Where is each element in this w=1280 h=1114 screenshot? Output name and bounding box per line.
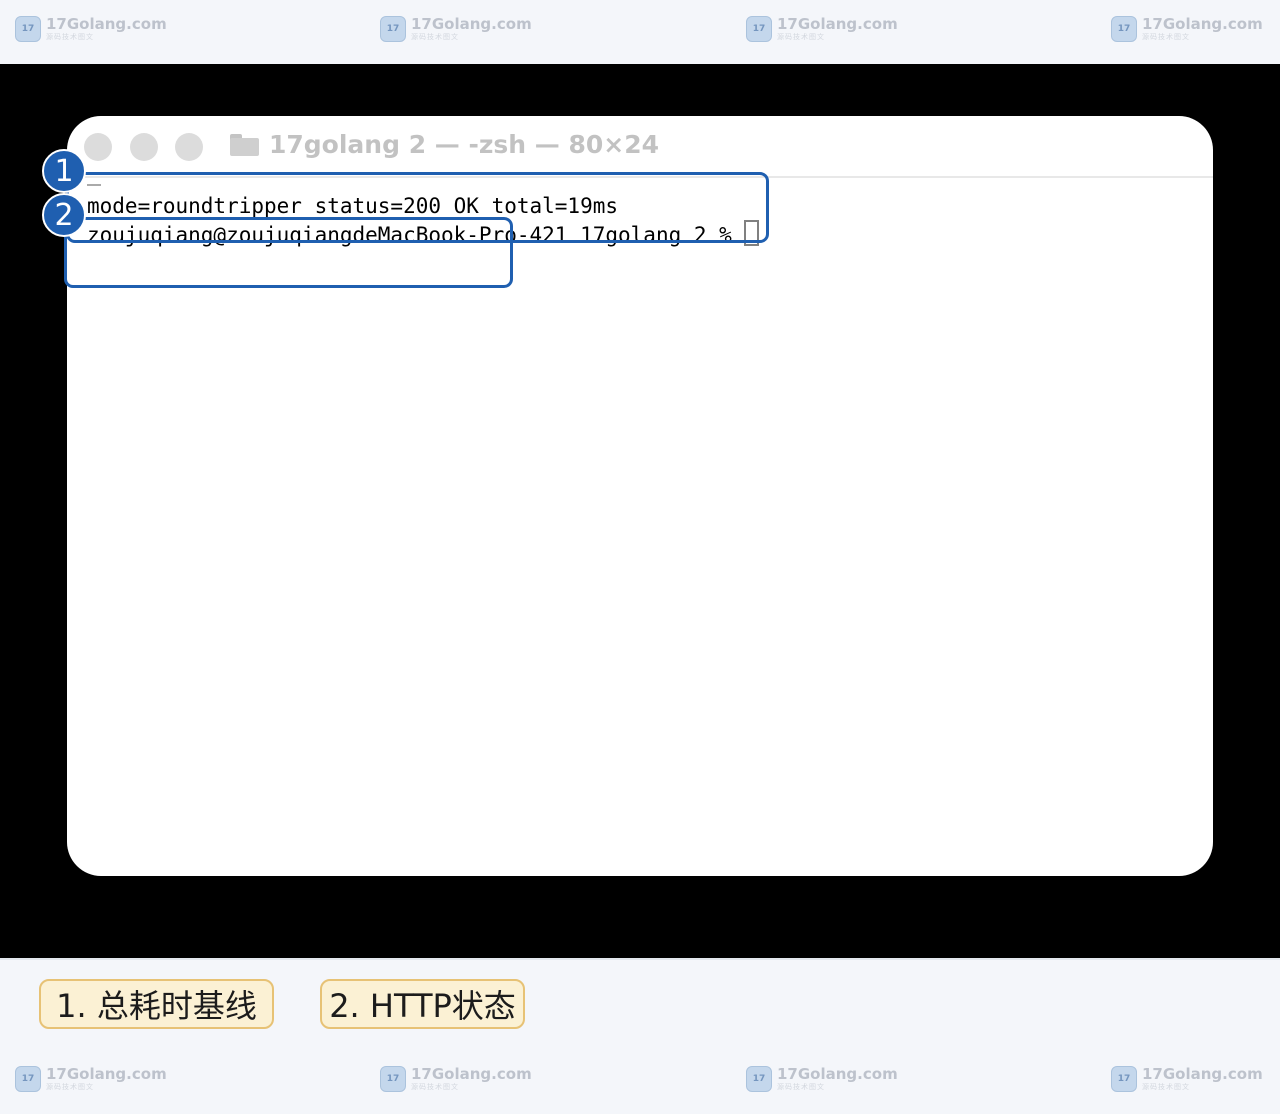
watermark: 17 17Golang.com 源码技术图文 bbox=[380, 16, 532, 42]
watermark-brand: 17Golang.com bbox=[411, 15, 532, 33]
badge-1: 1 bbox=[42, 149, 86, 193]
watermark-brand: 17Golang.com bbox=[46, 1065, 167, 1083]
title-bar[interactable]: 17golang 2 — -zsh — 80×24 bbox=[67, 116, 1213, 178]
app-logo-icon: 17 bbox=[746, 1066, 772, 1092]
zoom-traffic-light-icon[interactable] bbox=[175, 133, 203, 161]
watermark: 17 17Golang.com 源码技术图文 bbox=[746, 16, 898, 42]
app-logo-icon: 17 bbox=[1111, 1066, 1137, 1092]
folder-icon bbox=[230, 134, 259, 156]
watermark: 17 17Golang.com 源码技术图文 bbox=[746, 1066, 898, 1092]
app-logo-icon: 17 bbox=[15, 1066, 41, 1092]
watermark: 17 17Golang.com 源码技术图文 bbox=[15, 1066, 167, 1092]
watermark-brand: 17Golang.com bbox=[777, 1065, 898, 1083]
watermark-brand: 17Golang.com bbox=[1142, 1065, 1263, 1083]
watermark-sub: 源码技术图文 bbox=[777, 1083, 825, 1091]
app-logo-icon: 17 bbox=[15, 16, 41, 42]
app-logo-icon: 17 bbox=[1111, 16, 1137, 42]
watermark-brand: 17Golang.com bbox=[777, 15, 898, 33]
legend-http-status: 2. HTTP状态 bbox=[320, 979, 525, 1029]
watermark-brand: 17Golang.com bbox=[46, 15, 167, 33]
watermark: 17 17Golang.com 源码技术图文 bbox=[1111, 16, 1263, 42]
watermark-sub: 源码技术图文 bbox=[411, 33, 459, 41]
minimize-traffic-light-icon[interactable] bbox=[130, 133, 158, 161]
legend-total-baseline: 1. 总耗时基线 bbox=[39, 979, 274, 1029]
watermark-sub: 源码技术图文 bbox=[46, 1083, 94, 1091]
watermark-sub: 源码技术图文 bbox=[1142, 33, 1190, 41]
app-logo-icon: 17 bbox=[380, 1066, 406, 1092]
watermark-brand: 17Golang.com bbox=[1142, 15, 1263, 33]
top-banner bbox=[0, 0, 1280, 64]
app-logo-icon: 17 bbox=[380, 16, 406, 42]
watermark: 17 17Golang.com 源码技术图文 bbox=[15, 16, 167, 42]
close-traffic-light-icon[interactable] bbox=[84, 133, 112, 161]
badge-2: 2 bbox=[42, 193, 86, 237]
window-title: 17golang 2 — -zsh — 80×24 bbox=[269, 130, 660, 159]
watermark-brand: 17Golang.com bbox=[411, 1065, 532, 1083]
watermark-sub: 源码技术图文 bbox=[1142, 1083, 1190, 1091]
app-logo-icon: 17 bbox=[746, 16, 772, 42]
watermark-sub: 源码技术图文 bbox=[46, 33, 94, 41]
watermark: 17 17Golang.com 源码技术图文 bbox=[380, 1066, 532, 1092]
watermark-sub: 源码技术图文 bbox=[411, 1083, 459, 1091]
watermark: 17 17Golang.com 源码技术图文 bbox=[1111, 1066, 1263, 1092]
highlight-box-status bbox=[64, 217, 513, 288]
watermark-sub: 源码技术图文 bbox=[777, 33, 825, 41]
